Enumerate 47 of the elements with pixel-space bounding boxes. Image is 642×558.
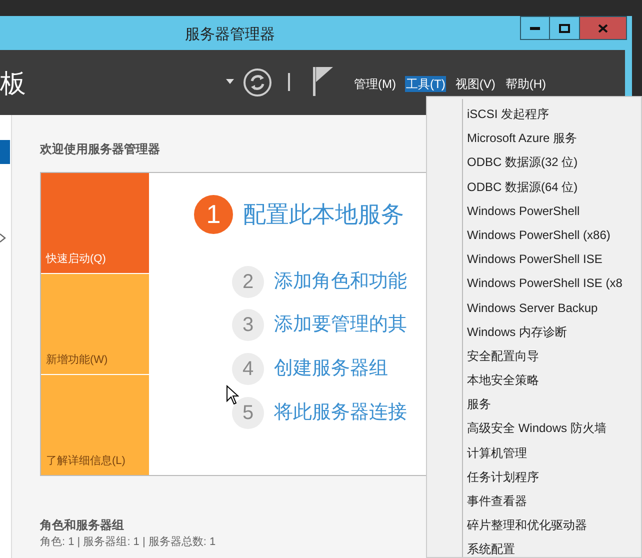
menu-item[interactable]: 管理(M) <box>353 76 397 92</box>
menu-item[interactable]: 帮助(H) <box>504 76 547 92</box>
maximize-button[interactable] <box>550 16 580 40</box>
close-icon <box>598 24 608 32</box>
mouse-cursor-icon <box>226 385 239 405</box>
menu-option[interactable]: ODBC 数据源(64 位) <box>467 174 641 199</box>
menu-option[interactable]: ODBC 数据源(32 位) <box>467 150 641 175</box>
quick-start-tile[interactable]: 新增功能(W) <box>41 274 149 374</box>
section-heading: 角色和服务器组 <box>40 517 124 534</box>
menu-option[interactable]: Microsoft Azure 服务 <box>467 126 641 150</box>
menu-option[interactable]: iSCSI 发起程序 <box>467 102 641 126</box>
step-number: 2 <box>232 266 264 298</box>
menu-option[interactable]: 任务计划程序 <box>467 464 641 489</box>
menu-option[interactable]: 高级安全 Windows 防火墙 <box>467 416 641 441</box>
menu-option[interactable]: 本地安全策略 <box>467 368 641 392</box>
welcome-heading: 欢迎使用服务器管理器 <box>40 141 160 158</box>
maximize-icon <box>559 24 570 32</box>
menu-item[interactable]: 视图(V) <box>454 76 496 92</box>
summary-text: 角色: 1 | 服务器组: 1 | 服务器总数: 1 <box>40 535 216 550</box>
menu-item[interactable]: 工具(T) <box>405 76 446 92</box>
step-number: 5 <box>232 397 264 429</box>
menu-option[interactable]: 计算机管理 <box>467 440 641 465</box>
quick-start-tile[interactable]: 了解详细信息(L) <box>41 375 149 475</box>
menu-option[interactable]: 安全配置向导 <box>467 344 641 368</box>
menu-option[interactable]: Windows PowerShell (x86) <box>467 222 641 248</box>
menu-option[interactable]: Windows 内存诊断 <box>467 320 641 344</box>
step-number: 4 <box>232 353 264 385</box>
window-title: 服务器管理器 <box>185 25 275 45</box>
minimize-icon <box>530 26 540 30</box>
selected-nav-marker[interactable] <box>0 140 10 164</box>
step-number: 3 <box>232 309 264 341</box>
menu-option[interactable]: Windows Server Backup <box>467 296 641 320</box>
menu-option[interactable]: Windows PowerShell ISE <box>467 247 641 272</box>
minimize-button[interactable] <box>520 16 550 40</box>
step-number: 1 <box>194 195 233 234</box>
page-title: 板 <box>0 67 26 100</box>
flag-icon[interactable] <box>313 67 333 96</box>
menu-option[interactable]: 服务 <box>467 392 641 416</box>
close-button[interactable] <box>580 16 627 40</box>
menu-option[interactable]: Windows PowerShell <box>467 198 641 223</box>
menu-option[interactable]: 碎片整理和优化驱动器 <box>467 513 641 538</box>
refresh-icon[interactable] <box>243 68 272 97</box>
menu-option[interactable]: Windows PowerShell ISE (x8 <box>467 271 641 296</box>
menu-option[interactable]: 系统配置 <box>467 537 641 558</box>
chevron-right-icon[interactable] <box>0 233 6 243</box>
menu-option[interactable]: 事件查看器 <box>467 489 641 514</box>
dropdown-caret-icon[interactable] <box>226 79 234 84</box>
